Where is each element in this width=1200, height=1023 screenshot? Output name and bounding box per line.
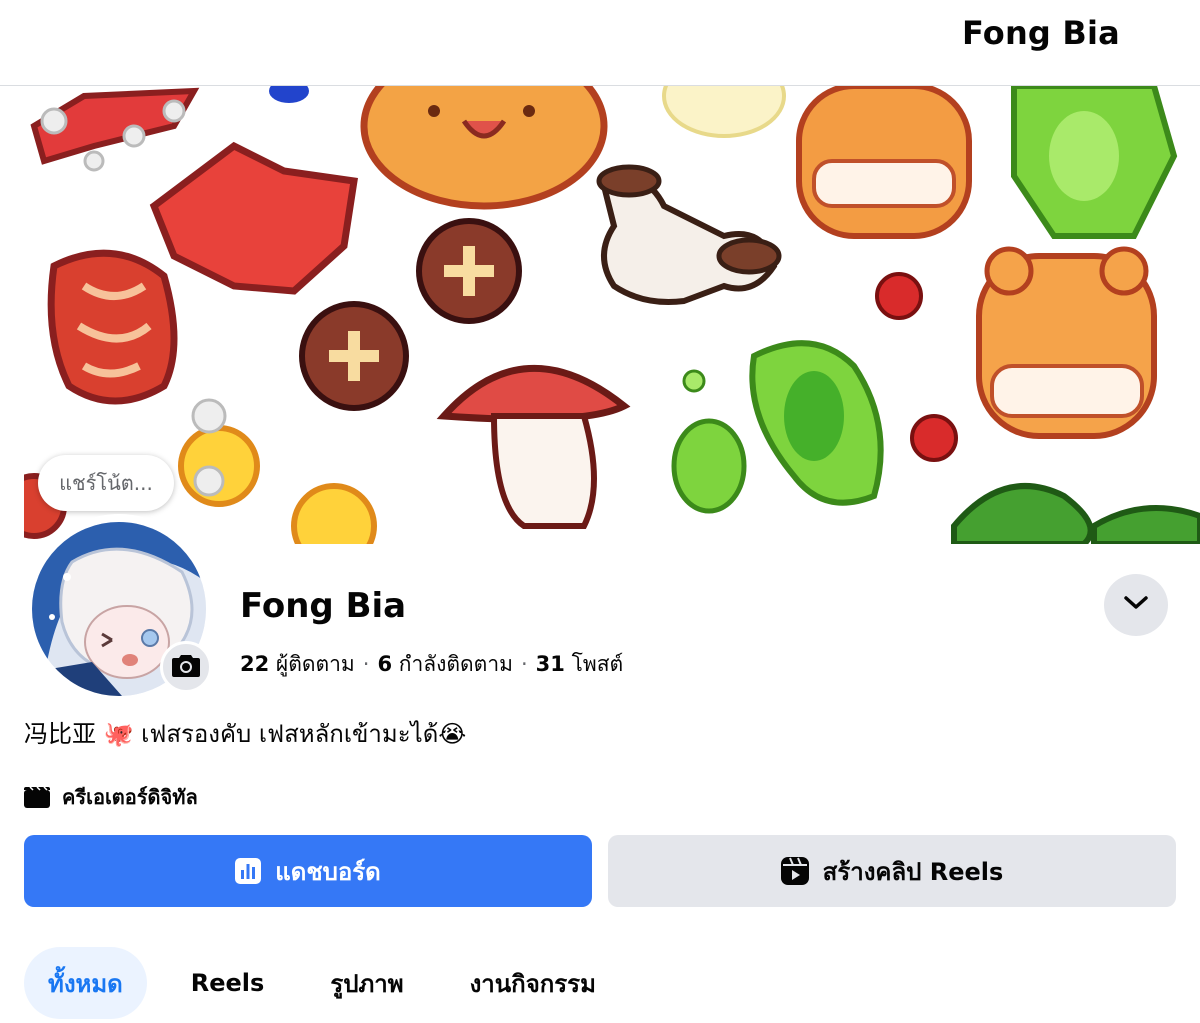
camera-icon	[172, 653, 200, 681]
create-reel-label: สร้างคลิป Reels	[822, 857, 1004, 886]
dashboard-label: แดชบอร์ด	[275, 857, 381, 886]
top-bar: Fong Bia	[0, 0, 1200, 86]
profile-name: Fong Bia	[240, 586, 407, 626]
create-reel-button[interactable]: สร้างคลิป Reels	[608, 835, 1176, 907]
clapperboard-icon	[24, 786, 50, 808]
bar-chart-icon	[235, 858, 262, 884]
profile-stats: 22 ผู้ติดตาม · 6 กำลังติดตาม · 31 โพสต์	[240, 652, 624, 676]
cover-photo[interactable]	[24, 86, 1200, 544]
reels-icon	[780, 857, 809, 885]
tab-all[interactable]: ทั้งหมด	[24, 947, 147, 1019]
category-label: ครีเอเตอร์ดิจิทัล	[62, 785, 198, 809]
profile-category: ครีเอเตอร์ดิจิทัล	[24, 781, 198, 813]
following-link[interactable]: 6 กำลังติดตาม	[377, 652, 513, 676]
tab-reels[interactable]: Reels	[169, 947, 287, 1019]
dashboard-button[interactable]: แดชบอร์ด	[24, 835, 592, 907]
profile-menu-button[interactable]	[1104, 574, 1168, 636]
tab-events[interactable]: งานกิจกรรม	[448, 947, 618, 1019]
page-title: Fong Bia	[962, 14, 1120, 52]
profile-tabs: ทั้งหมด Reels รูปภาพ งานกิจกรรม	[24, 947, 640, 1019]
chevron-down-icon	[1123, 595, 1149, 615]
followers-link[interactable]: 22 ผู้ติดตาม	[240, 652, 355, 676]
posts-count: 31 โพสต์	[535, 652, 624, 676]
change-photo-button[interactable]	[160, 641, 212, 693]
profile-bio: 冯比亚 🐙 เฟสรองคับ เฟสหลักเข้ามะได้😭	[24, 720, 467, 748]
share-note-bubble[interactable]: แชร์โน้ต...	[38, 455, 174, 511]
tab-photos[interactable]: รูปภาพ	[308, 947, 425, 1019]
